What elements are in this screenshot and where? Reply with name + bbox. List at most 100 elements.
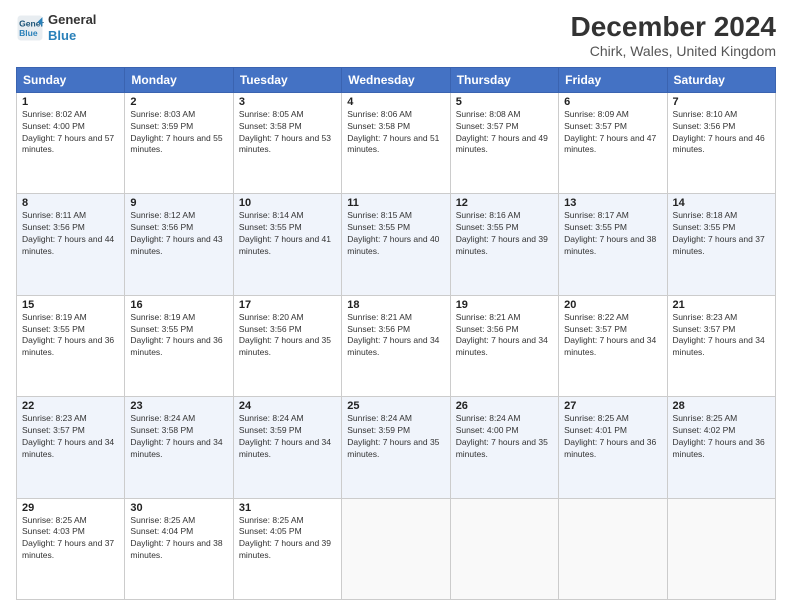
day-number: 5 — [456, 96, 553, 108]
calendar-header-row: SundayMondayTuesdayWednesdayThursdayFrid… — [17, 67, 776, 92]
day-number: 3 — [239, 96, 336, 108]
day-number: 19 — [456, 299, 553, 311]
calendar-cell: 20Sunrise: 8:22 AMSunset: 3:57 PMDayligh… — [559, 295, 667, 396]
logo-text-2: Blue — [48, 28, 96, 44]
day-number: 9 — [130, 197, 227, 209]
day-info: Sunrise: 8:03 AMSunset: 3:59 PMDaylight:… — [130, 109, 222, 155]
day-info: Sunrise: 8:19 AMSunset: 3:55 PMDaylight:… — [130, 312, 222, 358]
day-number: 27 — [564, 400, 661, 412]
calendar-cell: 19Sunrise: 8:21 AMSunset: 3:56 PMDayligh… — [450, 295, 558, 396]
calendar-week-1: 1Sunrise: 8:02 AMSunset: 4:00 PMDaylight… — [17, 92, 776, 193]
calendar-cell: 9Sunrise: 8:12 AMSunset: 3:56 PMDaylight… — [125, 194, 233, 295]
day-number: 25 — [347, 400, 444, 412]
day-info: Sunrise: 8:22 AMSunset: 3:57 PMDaylight:… — [564, 312, 656, 358]
calendar-cell: 6Sunrise: 8:09 AMSunset: 3:57 PMDaylight… — [559, 92, 667, 193]
day-info: Sunrise: 8:23 AMSunset: 3:57 PMDaylight:… — [673, 312, 765, 358]
calendar-cell: 8Sunrise: 8:11 AMSunset: 3:56 PMDaylight… — [17, 194, 125, 295]
calendar-cell: 25Sunrise: 8:24 AMSunset: 3:59 PMDayligh… — [342, 397, 450, 498]
calendar-cell: 1Sunrise: 8:02 AMSunset: 4:00 PMDaylight… — [17, 92, 125, 193]
calendar-cell: 31Sunrise: 8:25 AMSunset: 4:05 PMDayligh… — [233, 498, 341, 599]
day-header-friday: Friday — [559, 67, 667, 92]
day-number: 24 — [239, 400, 336, 412]
day-info: Sunrise: 8:24 AMSunset: 3:59 PMDaylight:… — [347, 413, 439, 459]
day-number: 29 — [22, 502, 119, 514]
calendar-cell: 29Sunrise: 8:25 AMSunset: 4:03 PMDayligh… — [17, 498, 125, 599]
day-header-monday: Monday — [125, 67, 233, 92]
day-info: Sunrise: 8:15 AMSunset: 3:55 PMDaylight:… — [347, 210, 439, 256]
page: General Blue General Blue December 2024 … — [0, 0, 792, 612]
calendar-week-3: 15Sunrise: 8:19 AMSunset: 3:55 PMDayligh… — [17, 295, 776, 396]
calendar-cell: 14Sunrise: 8:18 AMSunset: 3:55 PMDayligh… — [667, 194, 775, 295]
calendar-week-4: 22Sunrise: 8:23 AMSunset: 3:57 PMDayligh… — [17, 397, 776, 498]
calendar-cell: 15Sunrise: 8:19 AMSunset: 3:55 PMDayligh… — [17, 295, 125, 396]
calendar-cell: 2Sunrise: 8:03 AMSunset: 3:59 PMDaylight… — [125, 92, 233, 193]
logo-text-1: General — [48, 12, 96, 28]
calendar-cell: 17Sunrise: 8:20 AMSunset: 3:56 PMDayligh… — [233, 295, 341, 396]
day-info: Sunrise: 8:24 AMSunset: 3:59 PMDaylight:… — [239, 413, 331, 459]
day-header-tuesday: Tuesday — [233, 67, 341, 92]
day-info: Sunrise: 8:18 AMSunset: 3:55 PMDaylight:… — [673, 210, 765, 256]
day-number: 30 — [130, 502, 227, 514]
calendar-cell — [559, 498, 667, 599]
logo: General Blue General Blue — [16, 12, 96, 43]
calendar-cell: 3Sunrise: 8:05 AMSunset: 3:58 PMDaylight… — [233, 92, 341, 193]
day-number: 11 — [347, 197, 444, 209]
day-number: 7 — [673, 96, 770, 108]
calendar-cell: 10Sunrise: 8:14 AMSunset: 3:55 PMDayligh… — [233, 194, 341, 295]
calendar-cell: 21Sunrise: 8:23 AMSunset: 3:57 PMDayligh… — [667, 295, 775, 396]
day-info: Sunrise: 8:19 AMSunset: 3:55 PMDaylight:… — [22, 312, 114, 358]
day-info: Sunrise: 8:25 AMSunset: 4:05 PMDaylight:… — [239, 515, 331, 561]
day-info: Sunrise: 8:09 AMSunset: 3:57 PMDaylight:… — [564, 109, 656, 155]
day-info: Sunrise: 8:10 AMSunset: 3:56 PMDaylight:… — [673, 109, 765, 155]
day-number: 16 — [130, 299, 227, 311]
day-number: 28 — [673, 400, 770, 412]
day-info: Sunrise: 8:21 AMSunset: 3:56 PMDaylight:… — [456, 312, 548, 358]
day-number: 1 — [22, 96, 119, 108]
day-info: Sunrise: 8:25 AMSunset: 4:01 PMDaylight:… — [564, 413, 656, 459]
calendar-cell: 11Sunrise: 8:15 AMSunset: 3:55 PMDayligh… — [342, 194, 450, 295]
day-info: Sunrise: 8:16 AMSunset: 3:55 PMDaylight:… — [456, 210, 548, 256]
day-info: Sunrise: 8:06 AMSunset: 3:58 PMDaylight:… — [347, 109, 439, 155]
day-header-saturday: Saturday — [667, 67, 775, 92]
day-number: 26 — [456, 400, 553, 412]
day-number: 22 — [22, 400, 119, 412]
day-info: Sunrise: 8:11 AMSunset: 3:56 PMDaylight:… — [22, 210, 114, 256]
day-info: Sunrise: 8:17 AMSunset: 3:55 PMDaylight:… — [564, 210, 656, 256]
calendar-week-5: 29Sunrise: 8:25 AMSunset: 4:03 PMDayligh… — [17, 498, 776, 599]
calendar-cell: 12Sunrise: 8:16 AMSunset: 3:55 PMDayligh… — [450, 194, 558, 295]
logo-icon: General Blue — [16, 14, 44, 42]
day-info: Sunrise: 8:25 AMSunset: 4:02 PMDaylight:… — [673, 413, 765, 459]
day-info: Sunrise: 8:24 AMSunset: 3:58 PMDaylight:… — [130, 413, 222, 459]
day-info: Sunrise: 8:21 AMSunset: 3:56 PMDaylight:… — [347, 312, 439, 358]
day-info: Sunrise: 8:08 AMSunset: 3:57 PMDaylight:… — [456, 109, 548, 155]
svg-text:Blue: Blue — [19, 27, 38, 37]
calendar-table: SundayMondayTuesdayWednesdayThursdayFrid… — [16, 67, 776, 600]
day-header-sunday: Sunday — [17, 67, 125, 92]
day-number: 15 — [22, 299, 119, 311]
calendar-cell — [342, 498, 450, 599]
day-number: 6 — [564, 96, 661, 108]
calendar-cell — [450, 498, 558, 599]
title-block: December 2024 Chirk, Wales, United Kingd… — [571, 12, 776, 59]
day-info: Sunrise: 8:02 AMSunset: 4:00 PMDaylight:… — [22, 109, 114, 155]
day-number: 12 — [456, 197, 553, 209]
day-info: Sunrise: 8:14 AMSunset: 3:55 PMDaylight:… — [239, 210, 331, 256]
day-number: 21 — [673, 299, 770, 311]
day-info: Sunrise: 8:12 AMSunset: 3:56 PMDaylight:… — [130, 210, 222, 256]
day-number: 14 — [673, 197, 770, 209]
calendar-cell — [667, 498, 775, 599]
day-number: 31 — [239, 502, 336, 514]
day-info: Sunrise: 8:25 AMSunset: 4:03 PMDaylight:… — [22, 515, 114, 561]
day-info: Sunrise: 8:25 AMSunset: 4:04 PMDaylight:… — [130, 515, 222, 561]
day-info: Sunrise: 8:24 AMSunset: 4:00 PMDaylight:… — [456, 413, 548, 459]
day-number: 10 — [239, 197, 336, 209]
calendar-cell: 4Sunrise: 8:06 AMSunset: 3:58 PMDaylight… — [342, 92, 450, 193]
header: General Blue General Blue December 2024 … — [16, 12, 776, 59]
calendar-cell: 26Sunrise: 8:24 AMSunset: 4:00 PMDayligh… — [450, 397, 558, 498]
calendar-cell: 23Sunrise: 8:24 AMSunset: 3:58 PMDayligh… — [125, 397, 233, 498]
day-info: Sunrise: 8:05 AMSunset: 3:58 PMDaylight:… — [239, 109, 331, 155]
day-header-wednesday: Wednesday — [342, 67, 450, 92]
calendar-cell: 7Sunrise: 8:10 AMSunset: 3:56 PMDaylight… — [667, 92, 775, 193]
calendar-cell: 22Sunrise: 8:23 AMSunset: 3:57 PMDayligh… — [17, 397, 125, 498]
day-number: 8 — [22, 197, 119, 209]
